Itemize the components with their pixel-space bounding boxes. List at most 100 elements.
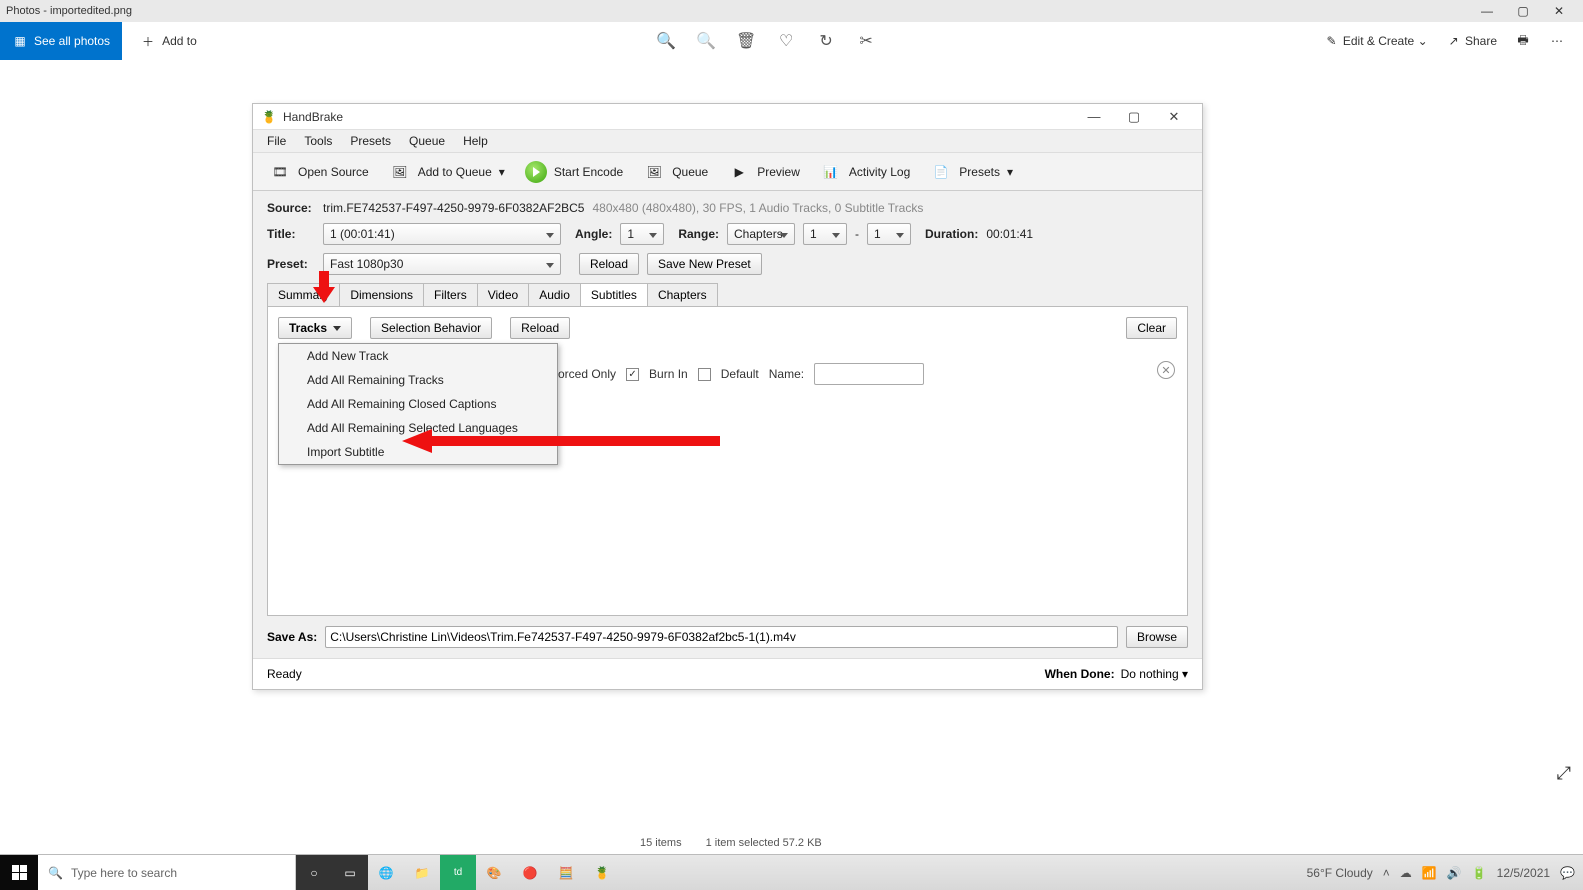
menu-tools[interactable]: Tools	[296, 132, 340, 150]
taskbar-search[interactable]: 🔍 Type here to search	[38, 855, 296, 890]
tab-chapters[interactable]: Chapters	[647, 283, 718, 306]
photos-maximize[interactable]: ▢	[1505, 4, 1541, 18]
tray-battery-icon[interactable]: 🔋	[1472, 866, 1487, 880]
start-encode-button[interactable]: Start Encode	[515, 153, 633, 190]
photos-minimize[interactable]: —	[1469, 4, 1505, 18]
default-checkbox[interactable]	[698, 368, 711, 381]
title-combo[interactable]: 1 (00:01:41)	[323, 223, 561, 245]
explorer-icon[interactable]: 📁	[404, 855, 440, 890]
browse-button[interactable]: Browse	[1126, 626, 1188, 648]
when-done-value[interactable]: Do nothing ▾	[1121, 667, 1188, 681]
film-icon: 🎞	[269, 161, 291, 183]
handbrake-taskbar-icon[interactable]: 🍍	[584, 855, 620, 890]
saveas-label: Save As:	[267, 630, 317, 644]
range-type-combo[interactable]: Chapters	[727, 223, 795, 245]
hb-tabs: Summary Dimensions Filters Video Audio S…	[267, 283, 1188, 306]
photo-icon: ▦	[12, 33, 28, 49]
start-button[interactable]	[0, 855, 38, 890]
presets-button[interactable]: 📄 Presets ▾	[920, 153, 1023, 190]
menu-add-remaining-langs[interactable]: Add All Remaining Selected Languages	[279, 416, 557, 440]
weather-widget[interactable]: 56°F Cloudy	[1307, 866, 1373, 880]
see-all-label: See all photos	[34, 34, 110, 48]
menu-import-subtitle[interactable]: Import Subtitle	[279, 440, 557, 464]
more-icon[interactable]: ⋯	[1549, 33, 1565, 49]
favorite-icon[interactable]: ♡	[778, 33, 794, 49]
expand-icon[interactable]: ⤢	[1557, 763, 1571, 784]
source-value: trim.FE742537-F497-4250-9979-6F0382AF2BC…	[323, 201, 584, 215]
save-new-preset-button[interactable]: Save New Preset	[647, 253, 762, 275]
reload-button[interactable]: Reload	[579, 253, 639, 275]
hb-minimize[interactable]: —	[1074, 109, 1114, 124]
tab-dimensions[interactable]: Dimensions	[339, 283, 424, 306]
cortana-icon[interactable]: ○	[296, 855, 332, 890]
search-icon: 🔍	[48, 866, 63, 880]
hb-titlebar: 🍍 HandBrake — ▢ ✕	[253, 104, 1202, 130]
log-icon: 📊	[820, 161, 842, 183]
clear-button[interactable]: Clear	[1126, 317, 1177, 339]
preview-button[interactable]: ▶ Preview	[718, 153, 810, 190]
menu-help[interactable]: Help	[455, 132, 496, 150]
tray-chevron-icon[interactable]: ˄	[1383, 866, 1390, 880]
calculator-icon[interactable]: 🧮	[548, 855, 584, 890]
tab-audio[interactable]: Audio	[528, 283, 581, 306]
range-from-combo[interactable]: 1	[803, 223, 847, 245]
app-icon-1[interactable]: 🎨	[476, 855, 512, 890]
selection-behavior-button[interactable]: Selection Behavior	[370, 317, 492, 339]
zoom-out-icon[interactable]: 🔍	[698, 33, 714, 49]
tray-date: 12/5/2021	[1497, 866, 1550, 880]
queue-icon: 🖼	[643, 161, 665, 183]
reload-tracks-button[interactable]: Reload	[510, 317, 570, 339]
td-app-icon[interactable]: td	[440, 855, 476, 890]
print-icon[interactable]: 🖶	[1515, 33, 1531, 49]
share-button[interactable]: ↗ Share	[1446, 33, 1497, 49]
tab-video[interactable]: Video	[477, 283, 529, 306]
menu-queue[interactable]: Queue	[401, 132, 453, 150]
taskview-icon[interactable]: ▭	[332, 855, 368, 890]
windows-icon	[12, 865, 27, 880]
tray-volume-icon[interactable]: 🔊	[1447, 866, 1462, 880]
remove-track-button[interactable]: ✕	[1157, 361, 1175, 379]
delete-icon[interactable]: 🗑	[738, 33, 754, 49]
tracks-dropdown-button[interactable]: Tracks	[278, 317, 352, 339]
photos-title: Photos - importedited.png	[6, 5, 132, 17]
title-label: Title:	[267, 227, 315, 241]
notifications-icon[interactable]: 💬	[1560, 866, 1575, 880]
tab-subtitles[interactable]: Subtitles	[580, 283, 648, 306]
menu-file[interactable]: File	[259, 132, 294, 150]
app-icon-2[interactable]: 🔴	[512, 855, 548, 890]
menu-presets[interactable]: Presets	[342, 132, 399, 150]
angle-combo[interactable]: 1	[620, 223, 664, 245]
zoom-in-icon[interactable]: 🔍	[658, 33, 674, 49]
tab-filters[interactable]: Filters	[423, 283, 478, 306]
menu-add-remaining-tracks[interactable]: Add All Remaining Tracks	[279, 368, 557, 392]
tray-wifi-icon[interactable]: 📶	[1422, 866, 1437, 880]
add-to-queue-button[interactable]: 🖼 Add to Queue ▾	[379, 153, 515, 190]
hb-close[interactable]: ✕	[1154, 109, 1194, 125]
hb-maximize[interactable]: ▢	[1114, 109, 1154, 125]
photos-close[interactable]: ✕	[1541, 4, 1577, 18]
preset-combo[interactable]: Fast 1080p30	[323, 253, 561, 275]
play-icon	[525, 161, 547, 183]
tray-onedrive-icon[interactable]: ☁	[1400, 866, 1412, 880]
rotate-icon[interactable]: ↻	[818, 33, 834, 49]
edit-create-button[interactable]: ✎ Edit & Create ⌄	[1324, 33, 1428, 49]
activity-log-button[interactable]: 📊 Activity Log	[810, 153, 920, 190]
source-label: Source:	[267, 201, 315, 215]
edge-icon[interactable]: 🌐	[368, 855, 404, 890]
add-to-button[interactable]: ＋ Add to	[128, 33, 209, 49]
range-to-combo[interactable]: 1	[867, 223, 911, 245]
saveas-input[interactable]	[325, 626, 1118, 648]
open-source-button[interactable]: 🎞 Open Source	[259, 153, 379, 190]
crop-icon[interactable]: ✂	[858, 33, 874, 49]
tab-summary[interactable]: Summary	[267, 283, 340, 306]
default-label: Default	[721, 367, 759, 381]
menu-add-remaining-cc[interactable]: Add All Remaining Closed Captions	[279, 392, 557, 416]
title-value: 1 (00:01:41)	[330, 227, 395, 241]
preset-value: Fast 1080p30	[330, 257, 403, 271]
subtitle-name-input[interactable]	[814, 363, 924, 385]
queue-button[interactable]: 🖼 Queue	[633, 153, 718, 190]
menu-add-new-track[interactable]: Add New Track	[279, 344, 557, 368]
name-label: Name:	[769, 367, 804, 381]
see-all-photos-button[interactable]: ▦ See all photos	[0, 22, 122, 60]
burn-in-checkbox[interactable]: ✓	[626, 368, 639, 381]
